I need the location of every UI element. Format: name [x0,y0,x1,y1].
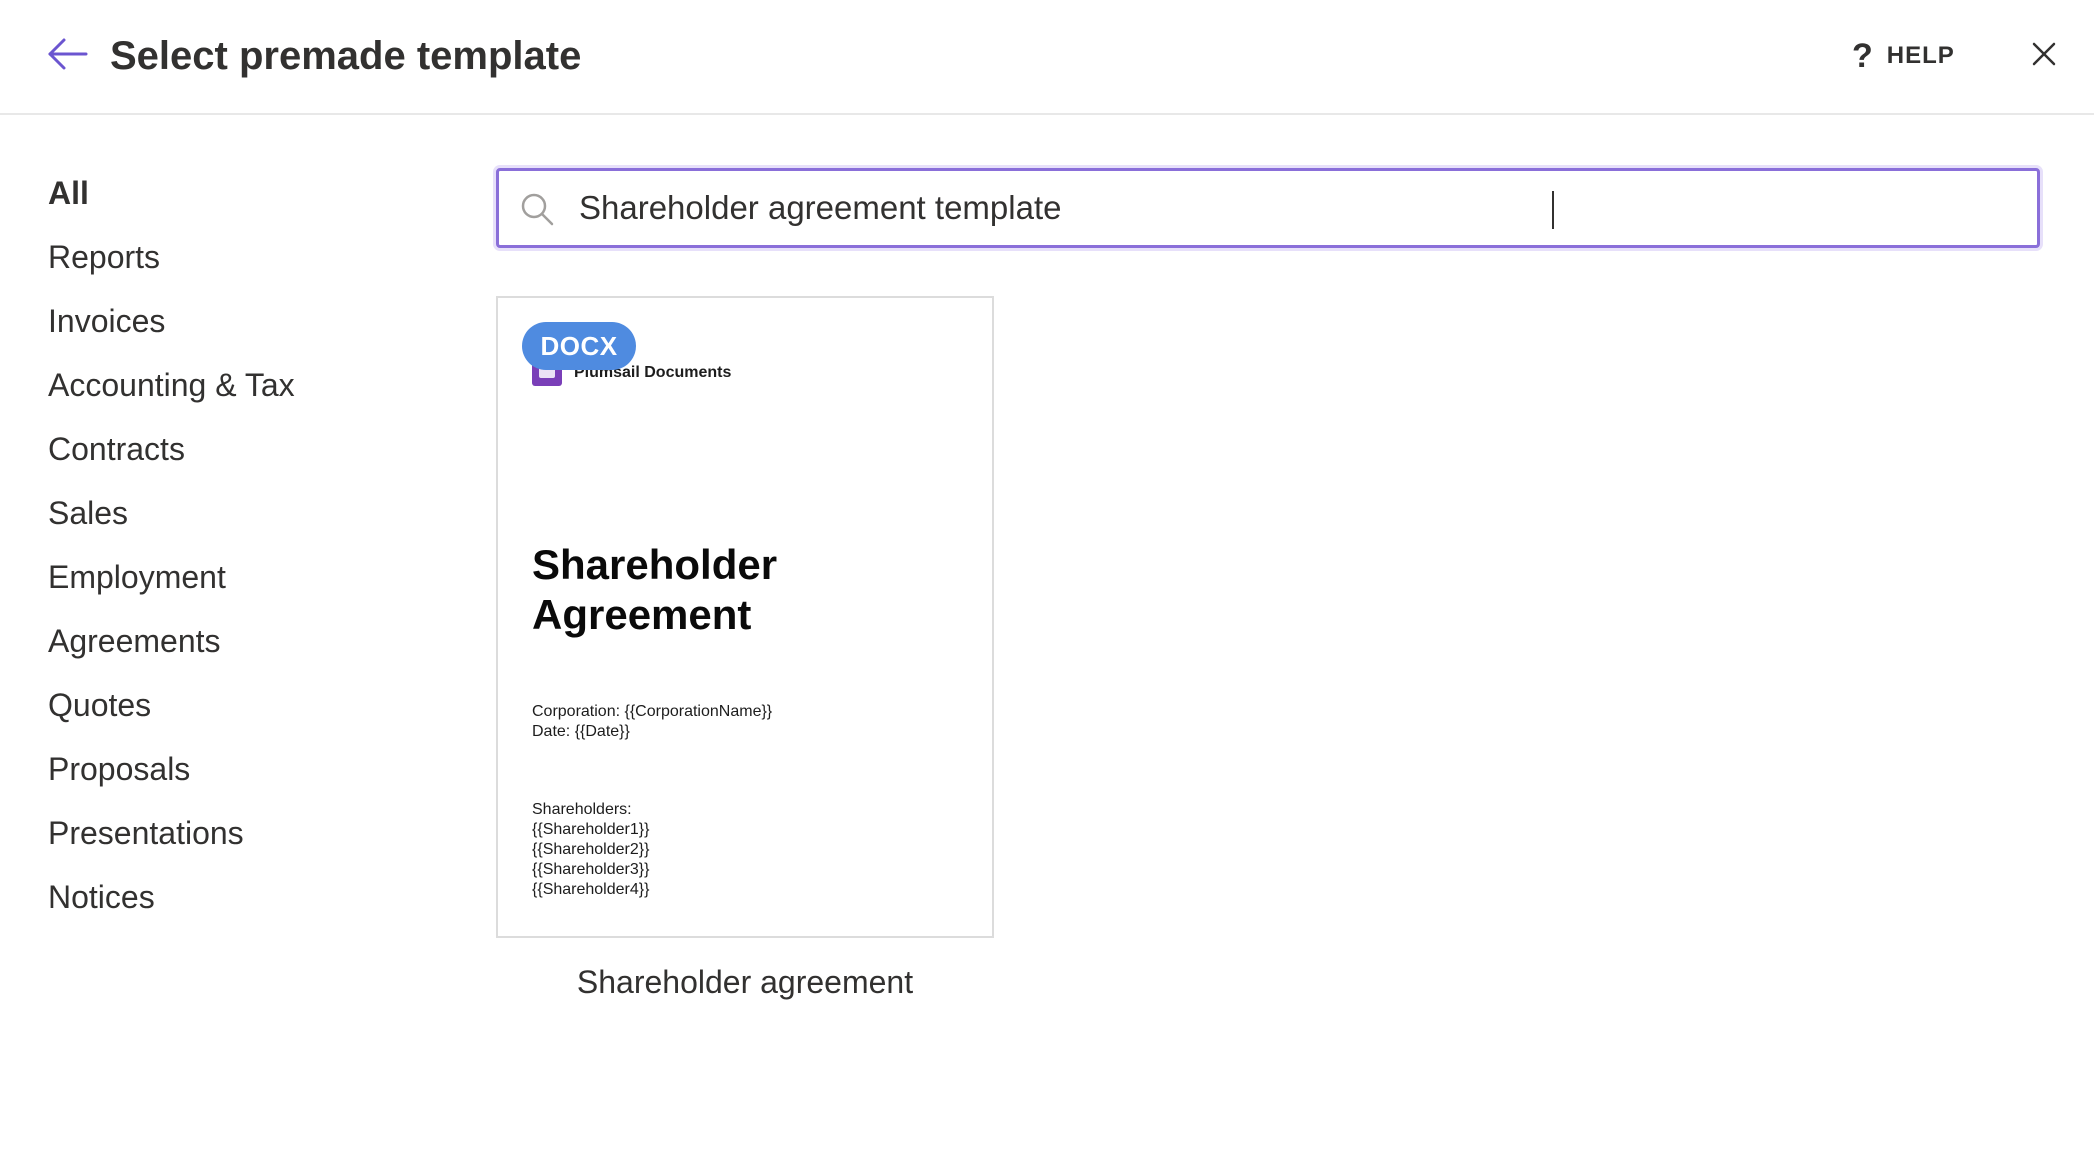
shareholder-item: {{Shareholder3}} [532,861,650,878]
shareholder-item: {{Shareholder4}} [532,881,650,898]
category-notices[interactable]: Notices [48,874,428,938]
category-accounting-tax[interactable]: Accounting & Tax [48,362,428,426]
document-title-line: Agreement [532,591,752,638]
search-input[interactable] [579,171,2009,245]
back-arrow-icon[interactable] [44,30,92,78]
question-icon: ? [1852,37,1873,75]
help-button[interactable]: ? HELP [1852,36,1955,76]
category-sidebar: All Reports Invoices Accounting & Tax Co… [48,170,428,938]
category-invoices[interactable]: Invoices [48,298,428,362]
category-contracts[interactable]: Contracts [48,426,428,490]
corporation-field: Corporation: {{CorporationName}} [532,703,773,720]
page-title: Select premade template [110,34,582,78]
category-employment[interactable]: Employment [48,554,428,618]
category-proposals[interactable]: Proposals [48,746,428,810]
docx-badge: DOCX [522,322,636,370]
category-sales[interactable]: Sales [48,490,428,554]
shareholders-label: Shareholders: [532,801,632,818]
template-card[interactable]: Plumsail Documents DOCX Shareholder Agre… [496,296,994,938]
text-caret [1552,191,1554,229]
template-name[interactable]: Shareholder agreement [496,960,994,1004]
help-label: HELP [1886,42,1955,69]
document-meta: Corporation: {{CorporationName}} Date: {… [532,702,772,742]
document-title: Shareholder Agreement [532,540,952,640]
shareholder-item: {{Shareholder2}} [532,841,650,858]
category-presentations[interactable]: Presentations [48,810,428,874]
shareholder-item: {{Shareholder1}} [532,821,650,838]
category-agreements[interactable]: Agreements [48,618,428,682]
category-reports[interactable]: Reports [48,234,428,298]
close-icon[interactable] [2026,36,2062,72]
category-all[interactable]: All [48,170,428,234]
document-title-line: Shareholder [532,541,778,588]
shareholders-list: Shareholders: {{Shareholder1}} {{Shareho… [532,800,649,900]
category-quotes[interactable]: Quotes [48,682,428,746]
date-field: Date: {{Date}} [532,723,630,740]
search-box [496,168,2040,248]
search-icon [519,191,555,227]
header: Select premade template ? HELP [0,0,2094,115]
